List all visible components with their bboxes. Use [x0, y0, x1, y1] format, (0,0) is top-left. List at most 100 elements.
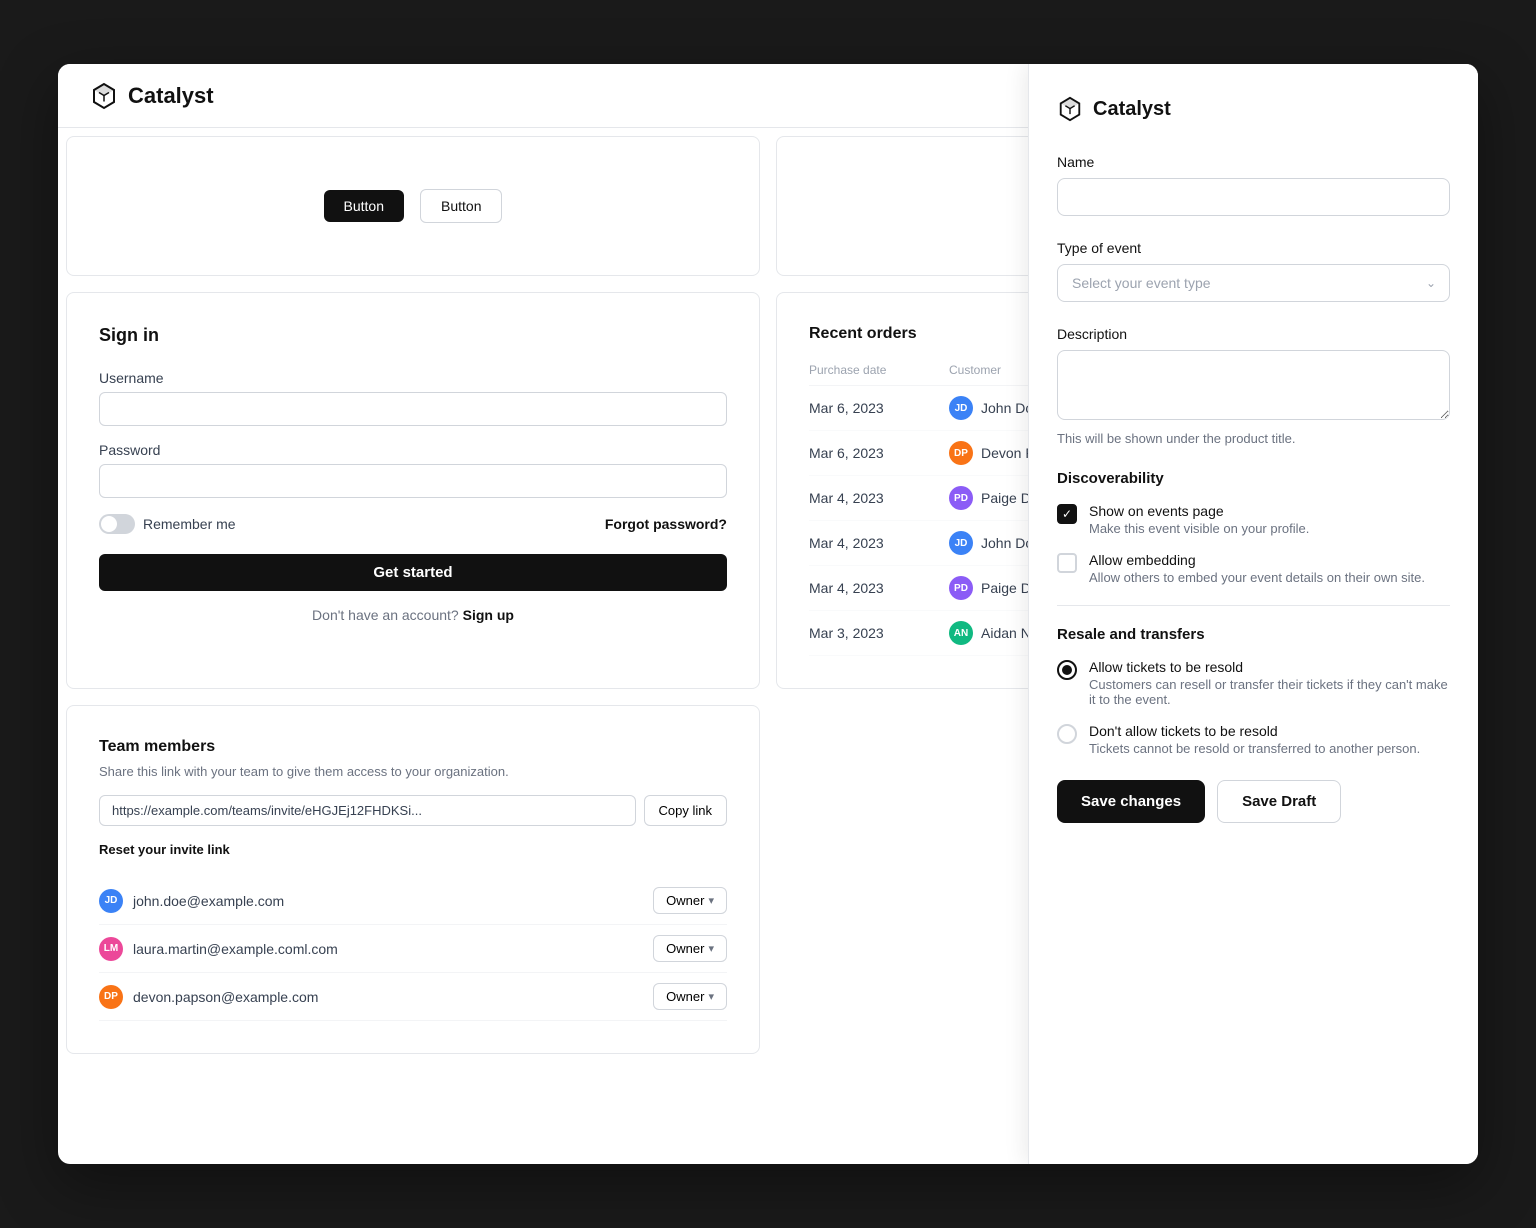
checkmark-icon: ✓ [1062, 507, 1072, 521]
logo-text: Catalyst [128, 83, 214, 109]
discoverability-title: Discoverability [1057, 470, 1450, 487]
member-left: DP devon.papson@example.com [99, 985, 318, 1009]
side-actions: Save changes Save Draft [1057, 780, 1450, 823]
team-subtitle: Share this link with your team to give t… [99, 764, 727, 779]
role-select[interactable]: Owner ▾ [653, 983, 727, 1010]
radio-inner-dot [1062, 665, 1072, 675]
role-select[interactable]: Owner ▾ [653, 887, 727, 914]
name-field-label: Name [1057, 154, 1450, 170]
side-logo-text: Catalyst [1093, 98, 1171, 121]
username-input[interactable] [99, 392, 727, 426]
event-type-label: Type of event [1057, 240, 1450, 256]
invite-url-input[interactable] [99, 795, 636, 826]
copy-link-button[interactable]: Copy link [644, 795, 727, 826]
avatar: JD [949, 396, 973, 420]
catalyst-logo-icon [90, 82, 118, 110]
description-label: Description [1057, 326, 1450, 342]
show-events-row: ✓ Show on events page Make this event vi… [1057, 503, 1450, 536]
allow-embedding-text: Allow embedding Allow others to embed yo… [1089, 552, 1450, 585]
member-email: devon.papson@example.com [133, 989, 318, 1005]
disallow-resold-text: Don't allow tickets to be resold Tickets… [1089, 723, 1450, 756]
avatar: JD [99, 889, 123, 913]
chevron-down-icon: ▾ [708, 894, 714, 907]
list-item: LM laura.martin@example.coml.com Owner ▾ [99, 925, 727, 973]
buttons-panel: Button Button [66, 136, 760, 276]
member-left: JD john.doe@example.com [99, 889, 284, 913]
avatar: LM [99, 937, 123, 961]
signup-link[interactable]: Sign up [463, 607, 514, 623]
get-started-button[interactable]: Get started [99, 554, 727, 591]
allow-resold-text: Allow tickets to be resold Customers can… [1089, 659, 1450, 707]
side-panel-logo: Catalyst [1057, 96, 1450, 122]
description-group: Description This will be shown under the… [1057, 326, 1450, 446]
divider [1057, 605, 1450, 606]
chevron-down-icon: ▾ [708, 942, 714, 955]
order-date: Mar 6, 2023 [809, 400, 949, 416]
secondary-button[interactable]: Button [420, 189, 502, 223]
allow-resold-row: Allow tickets to be resold Customers can… [1057, 659, 1450, 707]
role-label: Owner [666, 941, 704, 956]
order-date: Mar 4, 2023 [809, 580, 949, 596]
member-email: laura.martin@example.coml.com [133, 941, 338, 957]
description-textarea[interactable] [1057, 350, 1450, 420]
logo: Catalyst [90, 82, 214, 110]
description-hint: This will be shown under the product tit… [1057, 431, 1450, 446]
allow-embedding-checkbox[interactable] [1057, 553, 1077, 573]
disallow-resold-sub: Tickets cannot be resold or transferred … [1089, 741, 1450, 756]
team-title: Team members [99, 738, 727, 756]
show-events-label: Show on events page [1089, 503, 1450, 519]
show-events-text: Show on events page Make this event visi… [1089, 503, 1450, 536]
forgot-password-link[interactable]: Forgot password? [605, 516, 727, 532]
avatar: PD [949, 576, 973, 600]
resale-title: Resale and transfers [1057, 626, 1450, 643]
password-group: Password [99, 442, 727, 498]
role-label: Owner [666, 989, 704, 1004]
allow-embedding-label: Allow embedding [1089, 552, 1450, 568]
allow-resold-radio[interactable] [1057, 660, 1077, 680]
avatar: PD [949, 486, 973, 510]
signin-title: Sign in [99, 325, 727, 346]
order-date: Mar 3, 2023 [809, 625, 949, 641]
disallow-resold-label: Don't allow tickets to be resold [1089, 723, 1450, 739]
member-left: LM laura.martin@example.coml.com [99, 937, 338, 961]
username-group: Username [99, 370, 727, 426]
name-field-input[interactable] [1057, 178, 1450, 216]
list-item: DP devon.papson@example.com Owner ▾ [99, 973, 727, 1021]
order-date: Mar 4, 2023 [809, 535, 949, 551]
col-date-label: Purchase date [809, 363, 949, 377]
primary-button[interactable]: Button [324, 190, 404, 222]
remember-me-label: Remember me [143, 516, 236, 532]
allow-resold-label: Allow tickets to be resold [1089, 659, 1450, 675]
event-type-group: Type of event Select your event type Con… [1057, 240, 1450, 302]
role-select[interactable]: Owner ▾ [653, 935, 727, 962]
member-email: john.doe@example.com [133, 893, 284, 909]
save-draft-button[interactable]: Save Draft [1217, 780, 1341, 823]
password-label: Password [99, 442, 727, 458]
username-label: Username [99, 370, 727, 386]
avatar: DP [949, 441, 973, 465]
disallow-resold-row: Don't allow tickets to be resold Tickets… [1057, 723, 1450, 756]
name-field-group: Name [1057, 154, 1450, 240]
save-changes-button[interactable]: Save changes [1057, 780, 1205, 823]
avatar: AN [949, 621, 973, 645]
show-events-checkbox[interactable]: ✓ [1057, 504, 1077, 524]
allow-embedding-row: Allow embedding Allow others to embed yo… [1057, 552, 1450, 585]
remember-me-toggle[interactable] [99, 514, 135, 534]
side-panel: Catalyst Name Type of event Select your … [1028, 64, 1478, 1164]
role-label: Owner [666, 893, 704, 908]
chevron-down-icon: ▾ [708, 990, 714, 1003]
invite-row: Copy link [99, 795, 727, 826]
avatar: DP [99, 985, 123, 1009]
allow-resold-sub: Customers can resell or transfer their t… [1089, 677, 1450, 707]
signup-text: Don't have an account? Sign up [99, 607, 727, 623]
event-type-select[interactable]: Select your event type Conference Worksh… [1057, 264, 1450, 302]
members-list: JD john.doe@example.com Owner ▾ LM laura… [99, 877, 727, 1021]
list-item: JD john.doe@example.com Owner ▾ [99, 877, 727, 925]
show-events-sub: Make this event visible on your profile. [1089, 521, 1450, 536]
order-date: Mar 4, 2023 [809, 490, 949, 506]
form-options-row: Remember me Forgot password? [99, 514, 727, 534]
reset-invite-link[interactable]: Reset your invite link [99, 842, 727, 857]
password-input[interactable] [99, 464, 727, 498]
event-type-select-wrapper: Select your event type Conference Worksh… [1057, 264, 1450, 302]
disallow-resold-radio[interactable] [1057, 724, 1077, 744]
